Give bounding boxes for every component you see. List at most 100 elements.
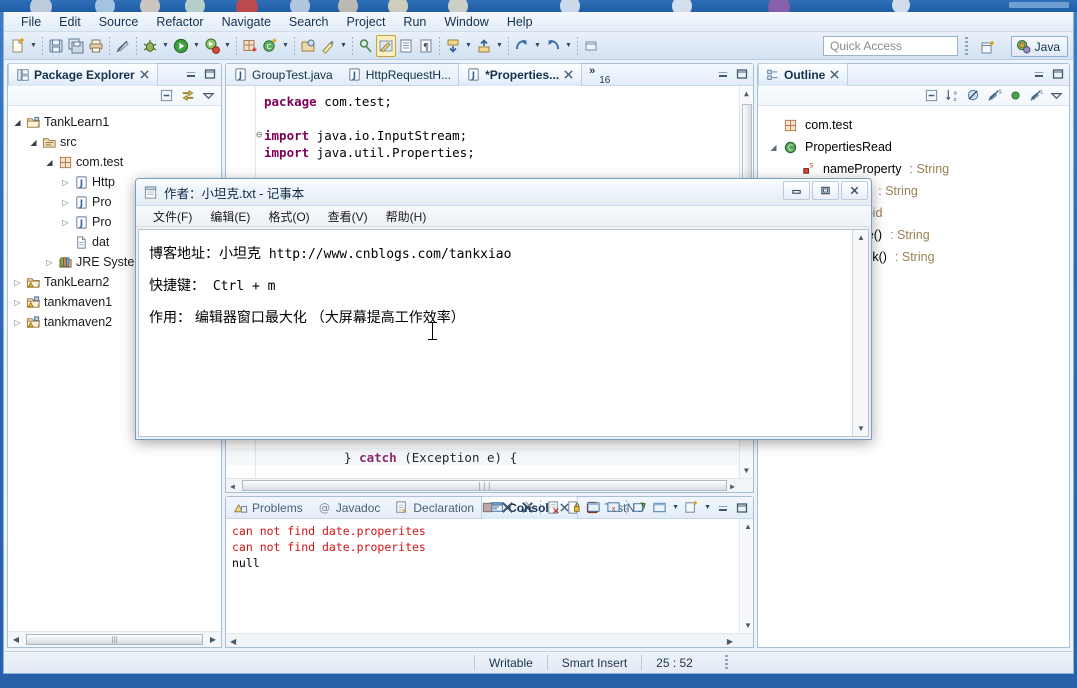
scroll-down-arrow[interactable]: ▼ bbox=[857, 424, 865, 433]
quick-access-input[interactable]: Quick Access bbox=[823, 36, 958, 56]
outline-item-com-test[interactable]: com.test bbox=[768, 114, 1069, 136]
debug-icon[interactable] bbox=[140, 35, 160, 57]
hide-fields-icon[interactable] bbox=[966, 88, 981, 103]
menu-item-refactor[interactable]: Refactor bbox=[147, 14, 212, 30]
menu-item-edit[interactable]: Edit bbox=[50, 14, 90, 30]
editor-tab-0[interactable]: JGroupTest.java bbox=[226, 64, 340, 86]
scroll-left-arrow[interactable]: ◀ bbox=[230, 637, 236, 646]
perspective-java-button[interactable]: Java bbox=[1011, 36, 1068, 57]
display-selected-console-icon[interactable]: x bbox=[606, 500, 621, 515]
maximize-view-icon[interactable] bbox=[1051, 67, 1065, 81]
notepad-title-bar[interactable]: 作者：小坦克.txt - 记事本 bbox=[136, 179, 871, 206]
tree-expand-arrow[interactable]: ▷ bbox=[12, 318, 23, 327]
external-tools-icon[interactable] bbox=[202, 35, 222, 57]
console-hscrollbar[interactable]: ◀ ▶ bbox=[226, 633, 753, 647]
new-java-package-icon[interactable] bbox=[240, 35, 260, 57]
menu-item-source[interactable]: Source bbox=[90, 14, 148, 30]
toggle-mark-occurrences-icon[interactable] bbox=[113, 35, 133, 57]
menu-item-project[interactable]: Project bbox=[338, 14, 395, 30]
console-vscrollbar[interactable]: ▲ ▼ bbox=[739, 519, 753, 633]
pin-console-icon[interactable] bbox=[586, 500, 601, 515]
tree-expand-arrow[interactable]: ▷ bbox=[12, 278, 23, 287]
console-body[interactable]: can not find date.properitescan not find… bbox=[226, 519, 753, 647]
scroll-left-arrow[interactable]: ◀ bbox=[8, 635, 24, 644]
remove-all-launches-icon[interactable] bbox=[520, 500, 535, 515]
new-icon[interactable] bbox=[8, 35, 28, 57]
maximize-view-icon[interactable] bbox=[203, 67, 217, 81]
display-console-icon[interactable] bbox=[652, 500, 667, 515]
menu-item-window[interactable]: Window bbox=[435, 14, 497, 30]
notepad-menu-file[interactable]: 文件(F) bbox=[144, 208, 201, 225]
tree-expand-arrow[interactable]: ▷ bbox=[60, 198, 71, 207]
public-member-icon[interactable] bbox=[1008, 88, 1023, 103]
new-console-view-icon[interactable] bbox=[684, 500, 699, 515]
console-tab-problems[interactable]: Problems bbox=[226, 497, 310, 519]
tree-item-tanklearn1[interactable]: ◢TankLearn1 bbox=[12, 112, 221, 132]
close-button[interactable] bbox=[841, 181, 868, 200]
close-icon[interactable] bbox=[829, 69, 840, 80]
maximize-editor-icon[interactable] bbox=[735, 67, 749, 81]
close-icon[interactable] bbox=[563, 69, 574, 80]
editor-tab-overflow[interactable]: »16 bbox=[582, 64, 617, 86]
previous-annotation-icon[interactable] bbox=[474, 35, 494, 57]
scroll-up-arrow[interactable]: ▲ bbox=[744, 89, 749, 98]
view-menu-icon[interactable] bbox=[202, 89, 215, 102]
notepad-menu-edit[interactable]: 编辑(E) bbox=[201, 208, 259, 225]
scroll-down-arrow[interactable]: ▼ bbox=[744, 621, 752, 630]
open-type-icon[interactable] bbox=[298, 35, 318, 57]
notepad-text-area[interactable]: 博客地址：小坦克 http://www.cnblogs.com/tankxiao… bbox=[138, 229, 869, 437]
run-icon[interactable] bbox=[171, 35, 191, 57]
minimize-editor-icon[interactable] bbox=[716, 67, 730, 81]
menu-item-run[interactable]: Run bbox=[394, 14, 435, 30]
clear-console-icon[interactable] bbox=[546, 500, 561, 515]
tree-expand-arrow[interactable]: ▷ bbox=[12, 298, 23, 307]
status-resize-handle[interactable] bbox=[725, 655, 728, 670]
view-menu-icon[interactable] bbox=[1050, 89, 1063, 102]
new-class-dropdown-arrow[interactable]: ▼ bbox=[280, 35, 291, 57]
search-dropdown-arrow[interactable]: ▼ bbox=[338, 35, 349, 57]
collapse-all-icon[interactable] bbox=[159, 88, 174, 103]
notepad-menu-view[interactable]: 查看(V) bbox=[319, 208, 377, 225]
tree-expand-arrow[interactable]: ◢ bbox=[12, 118, 23, 127]
minimize-console-icon[interactable] bbox=[716, 501, 730, 515]
print-icon[interactable] bbox=[86, 35, 106, 57]
editor-tab-2[interactable]: J*Properties... bbox=[458, 63, 582, 86]
scroll-lock-icon[interactable] bbox=[566, 500, 581, 515]
back-dropdown-arrow[interactable]: ▼ bbox=[532, 35, 543, 57]
run-dropdown-arrow[interactable]: ▼ bbox=[191, 35, 202, 57]
scroll-thumb[interactable]: ||| bbox=[26, 634, 203, 645]
minimize-view-icon[interactable] bbox=[1032, 67, 1046, 81]
next-annotation-icon[interactable] bbox=[443, 35, 463, 57]
previous-annotation-dropdown-arrow[interactable]: ▼ bbox=[494, 35, 505, 57]
next-annotation-dropdown-arrow[interactable]: ▼ bbox=[463, 35, 474, 57]
minimize-button[interactable] bbox=[783, 181, 810, 200]
last-edit-location-icon[interactable] bbox=[356, 35, 376, 57]
tree-expand-arrow[interactable]: ▷ bbox=[60, 218, 71, 227]
scroll-left-arrow[interactable]: ◀ bbox=[230, 482, 235, 491]
remove-launch-icon[interactable] bbox=[500, 500, 515, 515]
tree-expand-arrow[interactable]: ◢ bbox=[768, 143, 779, 152]
save-icon[interactable] bbox=[46, 35, 66, 57]
toggle-block-selection-icon[interactable] bbox=[376, 35, 396, 57]
scroll-right-arrow[interactable]: ▶ bbox=[205, 635, 221, 644]
outline-item-propertiesread[interactable]: ◢CPropertiesRead bbox=[768, 136, 1069, 158]
menu-item-help[interactable]: Help bbox=[498, 14, 542, 30]
scroll-up-arrow[interactable]: ▲ bbox=[744, 522, 752, 531]
menu-item-navigate[interactable]: Navigate bbox=[213, 14, 280, 30]
new-class-icon[interactable]: C bbox=[260, 35, 280, 57]
tree-item-src[interactable]: ◢src bbox=[12, 132, 221, 152]
dropdown-arrow[interactable]: ▼ bbox=[672, 504, 679, 511]
forward-dropdown-arrow[interactable]: ▼ bbox=[563, 35, 574, 57]
pin-editor-icon[interactable] bbox=[581, 35, 601, 57]
paragraph-marks-icon[interactable]: ¶ bbox=[416, 35, 436, 57]
tree-expand-arrow[interactable]: ◢ bbox=[28, 138, 39, 147]
scroll-right-arrow[interactable]: ▶ bbox=[730, 482, 735, 491]
debug-dropdown-arrow[interactable]: ▼ bbox=[160, 35, 171, 57]
scroll-down-arrow[interactable]: ▼ bbox=[744, 466, 749, 475]
minimize-view-icon[interactable] bbox=[184, 67, 198, 81]
tab-package-explorer[interactable]: Package Explorer bbox=[8, 63, 158, 86]
show-whitespace-icon[interactable] bbox=[396, 35, 416, 57]
tree-expand-arrow[interactable]: ▷ bbox=[44, 258, 55, 267]
open-console-icon[interactable] bbox=[632, 500, 647, 515]
outline-item-nameproperty[interactable]: SnameProperty: String bbox=[768, 158, 1069, 180]
